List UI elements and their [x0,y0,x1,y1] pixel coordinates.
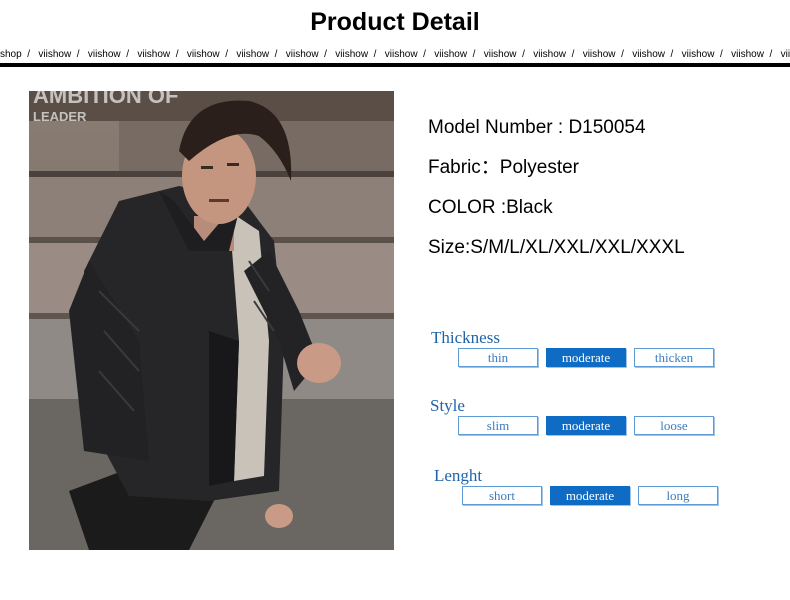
marquee-item: viishow [285,49,319,60]
page-title: Product Detail [310,8,480,36]
marquee-item: viishow [384,49,418,60]
marquee-item: viishow [434,49,468,60]
spec-size: Size:S/M/L/XL/XXL/XXL/XXXL [428,237,685,258]
marquee-item: viishow [731,49,764,60]
marquee-item: viishow [87,49,121,60]
thickness-group: Thickness thin moderate thicken [431,328,714,367]
marquee-item: viishow [335,49,369,60]
marquee-item: viishow [632,49,665,60]
marquee-sep: / [769,49,773,60]
marquee-sep: / [373,49,377,60]
spec-list: Model Number : D150054 Fabric：Polyester … [428,116,685,276]
length-group: Lenght short moderate long [434,466,718,505]
spec-model-number: Model Number : D150054 [428,117,646,138]
sign-text-top: AMBITION OF [33,91,179,108]
length-title: Lenght [434,466,483,485]
product-photo: AMBITION OF LEADER [29,91,394,550]
length-option-moderate[interactable]: moderate [550,486,630,505]
thickness-option-thin[interactable]: thin [458,348,538,367]
length-option-short[interactable]: short [462,486,542,505]
marquee-item: viishow [582,49,616,60]
style-group: Style slim moderate loose [430,396,714,435]
marquee-sep: / [225,49,228,60]
brand-marquee: shop / viishow / viishow / viishow / vii… [0,47,790,63]
style-option-slim[interactable]: slim [458,416,538,435]
marquee-sep: / [175,49,179,60]
spec-fabric: Fabric：Polyester [428,157,579,178]
style-option-loose[interactable]: loose [634,416,714,435]
marquee-sep: / [670,49,674,60]
marquee-sep: / [76,49,80,60]
marquee-item: viishow [186,49,220,60]
marquee-sep: / [472,49,476,60]
thickness-option-thicken[interactable]: thicken [634,348,714,367]
marquee-sep: / [274,49,278,60]
length-option-long[interactable]: long [638,486,718,505]
marquee-item: viis [780,49,790,60]
marquee-sep: / [324,49,327,60]
marquee-item: viishow [38,49,72,60]
marquee-sep: / [621,49,624,60]
marquee-item: viishow [137,49,171,60]
spec-color: COLOR :Black [428,197,553,218]
style-option-moderate[interactable]: moderate [546,416,626,435]
marquee-item: viishow [483,49,517,60]
marquee-sep: / [522,49,525,60]
thickness-option-moderate[interactable]: moderate [546,348,626,367]
marquee-sep: / [423,49,426,60]
style-title: Style [430,396,465,415]
header-divider [0,63,790,67]
marquee-sep: / [27,49,31,60]
marquee-item: viishow [681,49,715,60]
marquee-sep: / [571,49,575,60]
marquee-item: shop [0,49,22,60]
marquee-item: viishow [533,49,567,60]
sign-text-bottom: LEADER [33,109,87,124]
marquee-item: viishow [236,49,270,60]
thickness-title: Thickness [431,328,500,347]
marquee-sep: / [126,49,129,60]
model-illustration [29,91,394,550]
marquee-sep: / [720,49,723,60]
